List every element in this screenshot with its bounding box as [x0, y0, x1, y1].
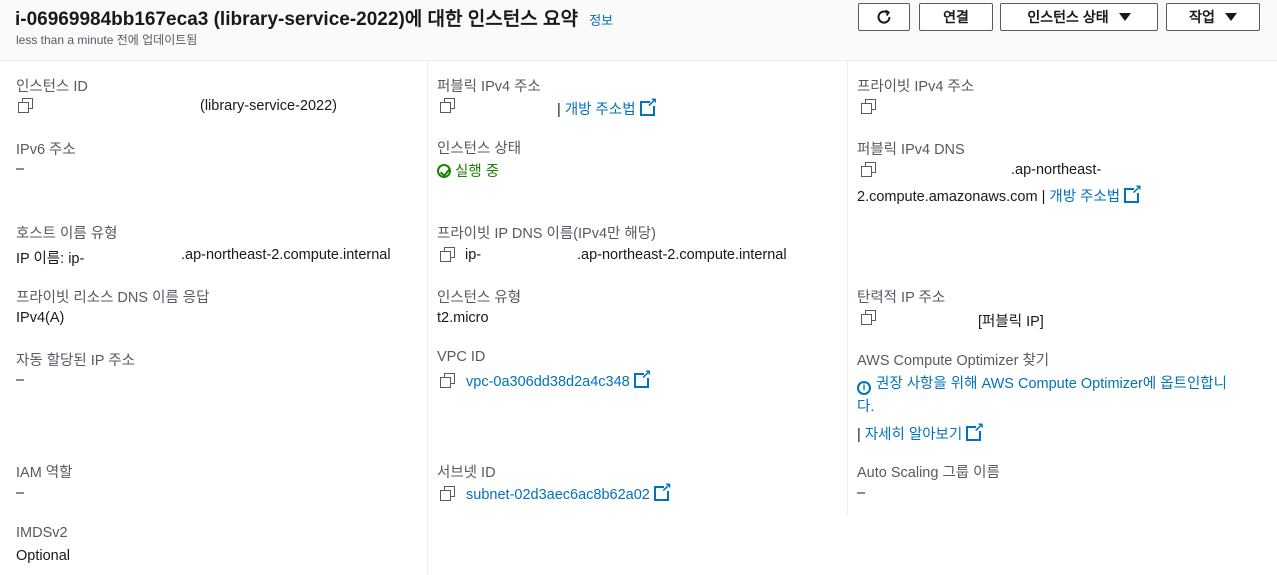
instance-state-text: 실행 중: [455, 164, 500, 180]
external-link-icon: [966, 420, 984, 441]
private-ip-dns-prefix: ip-: [465, 247, 482, 263]
caret-down-icon: [1118, 13, 1131, 21]
connect-button[interactable]: 연결: [919, 3, 993, 31]
auto-ip-label: 자동 할당된 IP 주소: [16, 353, 135, 369]
separator: |: [1041, 189, 1046, 205]
auto-scaling-label: Auto Scaling 그룹 이름: [857, 465, 1000, 481]
private-ip-dns-label: 프라이빗 IP DNS 이름(IPv4만 해당): [437, 226, 656, 242]
instance-type-value: t2.micro: [437, 310, 489, 326]
subnet-id-link[interactable]: subnet-02d3aec6ac8b62a02: [466, 487, 650, 503]
compute-optimizer-line1: i 권장 사항을 위해 AWS Compute Optimizer에 옵트인합니: [857, 372, 1227, 395]
iam-role-label: IAM 역할: [16, 465, 73, 481]
separator: |: [557, 102, 561, 118]
instance-name: (library-service-2022): [200, 98, 337, 114]
external-link-icon: [633, 367, 652, 388]
external-link-icon: [1124, 182, 1142, 203]
copy-icon[interactable]: [440, 247, 455, 262]
elastic-ip-text: [퍼블릭 IP]: [978, 314, 1044, 330]
page-header: i-06969984bb167eca3 (library-service-202…: [0, 0, 1277, 61]
last-updated-text: less than a minute 전에 업데이트됨: [16, 33, 198, 47]
vpc-id-link[interactable]: vpc-0a306dd38d2a4c348: [466, 374, 630, 390]
optimizer-text-c[interactable]: 에 옵트인합니: [1143, 376, 1227, 392]
private-ipv4-label: 프라이빗 IPv4 주소: [857, 79, 975, 95]
iam-role-value: –: [16, 485, 25, 501]
public-ipv4-label: 퍼블릭 IPv4 주소: [437, 79, 541, 95]
private-dns-answer-label: 프라이빗 리소스 DNS 이름 응답: [16, 290, 210, 306]
column-divider: [847, 61, 848, 515]
learn-more-link[interactable]: 자세히 알아보기: [865, 427, 962, 443]
separator: |: [857, 427, 861, 443]
imdsv2-label: IMDSv2: [16, 525, 68, 541]
private-ipv4-value: [861, 99, 876, 116]
hostname-suffix: .ap-northeast-2.compute.internal: [181, 247, 391, 263]
instance-id-label: 인스턴스 ID: [16, 79, 88, 95]
public-ipv4-dns-value-line2: 2.compute.amazonaws.com | 개방 주소법: [857, 182, 1142, 206]
copy-icon[interactable]: [861, 162, 876, 177]
hostname-type-value: IP 이름: ip- .ap-northeast-2.compute.inter…: [16, 247, 391, 268]
hostname-prefix: IP 이름: ip-: [16, 251, 85, 267]
compute-optimizer-line2[interactable]: 다.: [857, 395, 874, 416]
auto-scaling-value: –: [857, 485, 866, 501]
page-title: i-06969984bb167eca3 (library-service-202…: [15, 4, 613, 31]
caret-down-icon: [1224, 13, 1237, 21]
actions-button-label: 작업: [1189, 9, 1215, 25]
connect-button-label: 연결: [943, 9, 969, 25]
learn-more-row: | 자세히 알아보기: [857, 420, 984, 444]
copy-icon[interactable]: [440, 486, 455, 501]
optimizer-text-a[interactable]: 권장 사항을 위해: [876, 376, 981, 392]
open-address-link[interactable]: 개방 주소법: [1049, 189, 1120, 205]
instance-state-button[interactable]: 인스턴스 상태: [1000, 3, 1158, 31]
refresh-button[interactable]: [858, 3, 910, 31]
external-link-icon: [639, 95, 658, 116]
copy-icon[interactable]: [440, 373, 455, 388]
public-ipv4-dns-value-line1: .ap-northeast-: [861, 162, 1101, 179]
column-divider: [427, 61, 428, 575]
ipv6-label: IPv6 주소: [16, 142, 76, 158]
copy-icon[interactable]: [861, 310, 876, 325]
instance-id-value: (library-service-2022): [18, 98, 337, 115]
actions-button[interactable]: 작업: [1166, 3, 1260, 31]
page-title-text: i-06969984bb167eca3 (library-service-202…: [15, 9, 578, 30]
hostname-type-label: 호스트 이름 유형: [16, 226, 118, 242]
vpc-id-value: vpc-0a306dd38d2a4c348: [440, 367, 652, 390]
instance-state-label: 인스턴스 상태: [437, 141, 522, 157]
info-icon: i: [857, 381, 871, 395]
ipv6-value: –: [16, 161, 25, 177]
auto-ip-value: –: [16, 372, 25, 388]
elastic-ip-value: [퍼블릭 IP]: [861, 310, 1044, 330]
info-link[interactable]: 정보: [589, 13, 613, 28]
subnet-id-value: subnet-02d3aec6ac8b62a02: [440, 480, 672, 503]
public-ipv4-dns-label: 퍼블릭 IPv4 DNS: [857, 142, 965, 158]
private-dns-answer-value: IPv4(A): [16, 310, 65, 326]
vpc-id-label: VPC ID: [437, 349, 486, 365]
elastic-ip-label: 탄력적 IP 주소: [857, 290, 946, 306]
subnet-id-label: 서브넷 ID: [437, 465, 496, 481]
public-ipv4-value: | 개방 주소법: [440, 95, 658, 118]
copy-icon[interactable]: [18, 98, 33, 113]
public-dns-line1: .ap-northeast-: [1011, 162, 1102, 178]
success-check-icon: [437, 164, 451, 178]
optimizer-text-b[interactable]: AWS Compute Optimizer: [981, 376, 1142, 392]
refresh-icon: [877, 9, 891, 24]
private-ip-dns-suffix: .ap-northeast-2.compute.internal: [577, 247, 787, 263]
public-dns-line2: 2.compute.amazonaws.com: [857, 189, 1038, 205]
instance-state-value: 실행 중: [437, 160, 499, 181]
instance-state-button-label: 인스턴스 상태: [1027, 9, 1109, 25]
external-link-icon: [653, 480, 672, 501]
private-ip-dns-value: ip- .ap-northeast-2.compute.internal: [440, 247, 787, 264]
copy-icon[interactable]: [440, 98, 455, 113]
open-address-link[interactable]: 개방 주소법: [565, 102, 636, 118]
instance-type-label: 인스턴스 유형: [437, 290, 522, 306]
public-ipv4-row: | 개방 주소법: [557, 95, 658, 119]
compute-optimizer-label: AWS Compute Optimizer 찾기: [857, 353, 1050, 369]
imdsv2-value: Optional: [16, 548, 71, 564]
copy-icon[interactable]: [861, 99, 876, 114]
